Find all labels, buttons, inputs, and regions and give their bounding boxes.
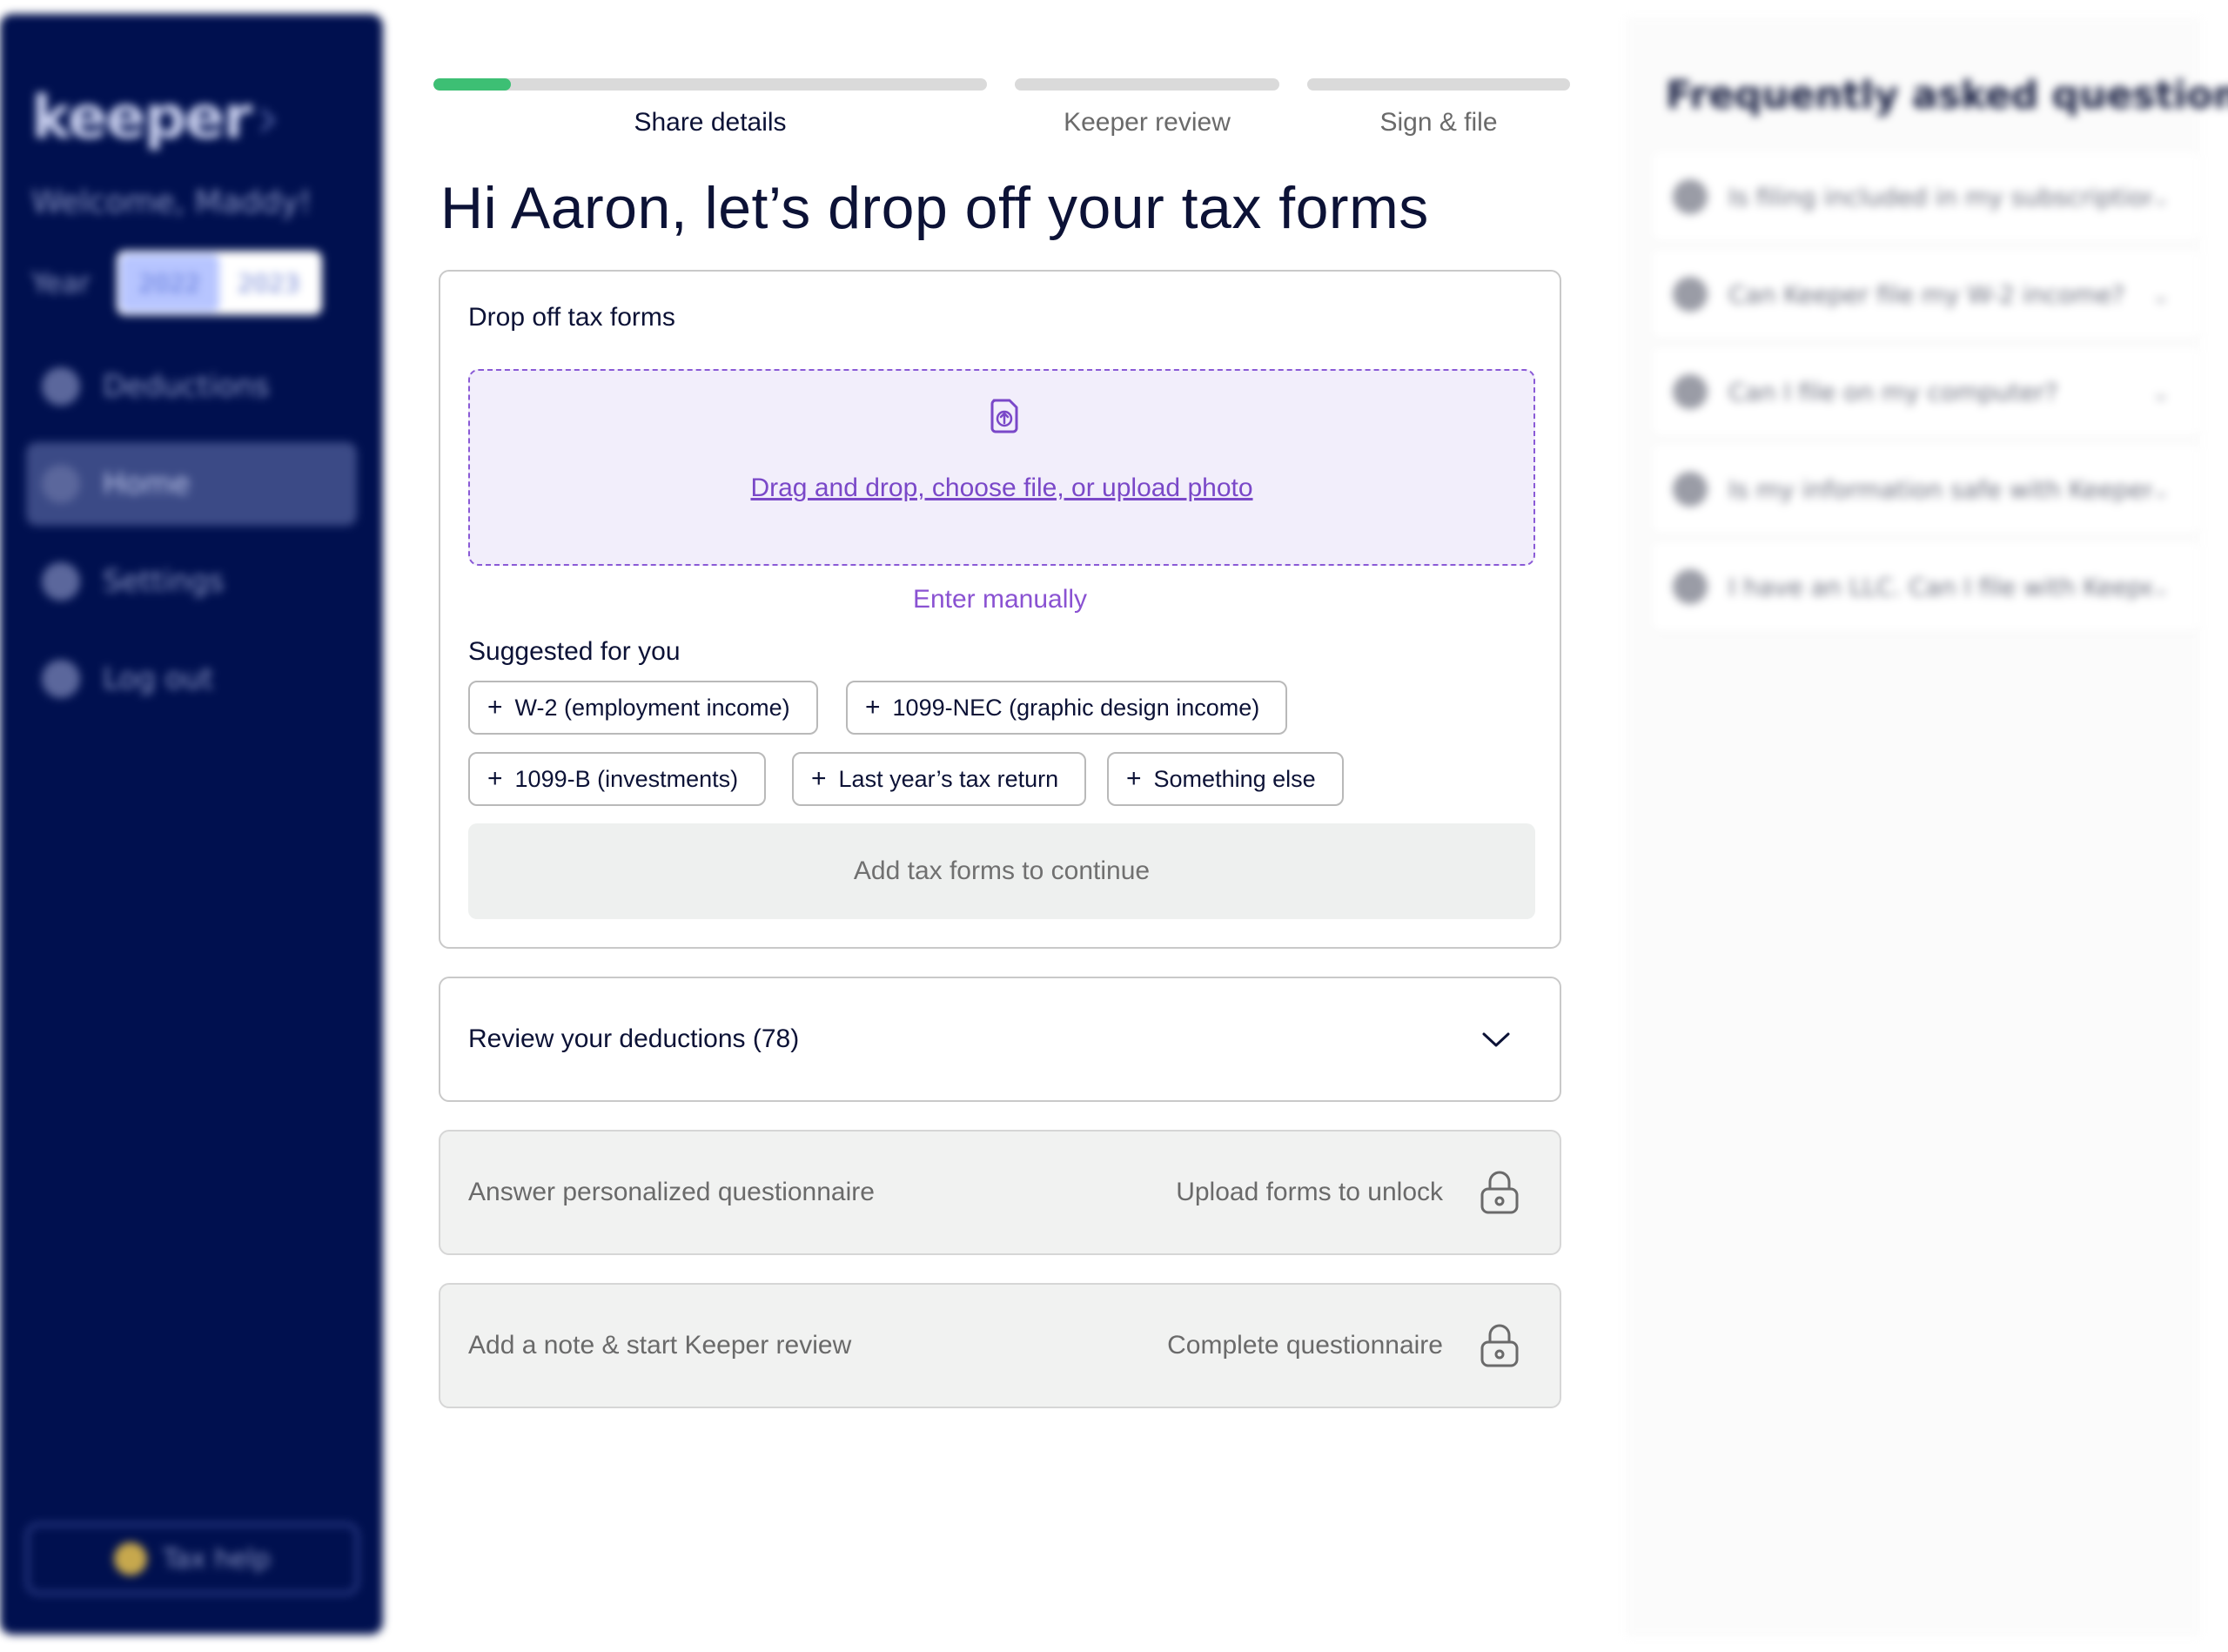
- faq-item[interactable]: Is my information safe with Keeper? ⌄: [1652, 444, 2200, 534]
- chip-label: 1099-NEC (graphic design income): [892, 694, 1260, 721]
- settings-icon: [42, 562, 80, 601]
- step-label-keeper-review: Keeper review: [1064, 108, 1231, 137]
- logout-icon: [42, 660, 80, 698]
- faq-question: Is my information safe with Keeper?: [1728, 474, 2151, 504]
- step-label-share-details: Share details: [634, 108, 787, 137]
- upload-file-icon: [990, 399, 1018, 433]
- progress-fill: [433, 78, 512, 91]
- shield-icon: [1673, 472, 1708, 507]
- sidebar-item-label: Deductions: [103, 369, 270, 404]
- sidebar-item-logout[interactable]: Log out: [26, 637, 357, 721]
- chip-label: Something else: [1153, 765, 1316, 792]
- sidebar: keeper› Welcome, Maddy! Year 2022 2023 D…: [0, 14, 383, 1635]
- drag-drop-upload-link[interactable]: Drag and drop, choose file, or upload ph…: [470, 473, 1533, 503]
- page-title: Hi Aaron, let’s drop off your tax forms: [440, 175, 1429, 241]
- file-dropzone[interactable]: Drag and drop, choose file, or upload ph…: [468, 369, 1535, 566]
- sidebar-item-label: Settings: [103, 564, 225, 599]
- progress-bar-sign-file: [1307, 78, 1570, 91]
- chevron-down-icon: ⌄: [2151, 380, 2171, 406]
- keeper-review-section: Add a note & start Keeper review Complet…: [439, 1283, 1561, 1408]
- sidebar-item-deductions[interactable]: Deductions: [26, 345, 357, 428]
- chevron-down-icon[interactable]: [1481, 1027, 1511, 1051]
- chip-1099-b[interactable]: +1099-B (investments): [468, 752, 767, 806]
- tax-help-button[interactable]: Tax help: [26, 1523, 359, 1595]
- lock-icon: [1480, 1171, 1519, 1214]
- questionnaire-title: Answer personalized questionnaire: [468, 1178, 875, 1206]
- person-icon: [1673, 179, 1708, 214]
- year-selector: Year 2022 2023: [31, 251, 322, 315]
- dropoff-title: Drop off tax forms: [468, 303, 675, 332]
- plus-icon: +: [811, 764, 827, 793]
- lightbulb-icon: [114, 1542, 148, 1575]
- sidebar-item-home[interactable]: Home: [26, 442, 357, 526]
- chip-label: 1099-B (investments): [514, 765, 739, 792]
- plus-icon: +: [1126, 764, 1142, 793]
- faq-question: Can Keeper file my W-2 income?: [1728, 279, 2125, 309]
- sidebar-item-label: Home: [103, 467, 191, 501]
- progress-bar-keeper-review: [1015, 78, 1279, 91]
- faq-panel: Frequently asked questions Is filing inc…: [1626, 17, 2228, 1636]
- faq-question: Can I file on my computer?: [1728, 377, 2058, 406]
- year-option-2022[interactable]: 2022: [119, 254, 219, 312]
- building-icon: [1673, 569, 1708, 604]
- chip-last-year-return[interactable]: + Last year’s tax return: [792, 752, 1087, 806]
- chip-w2[interactable]: + W-2 (employment income): [468, 681, 818, 735]
- logo-chevron-icon: ›: [255, 84, 279, 152]
- faq-item[interactable]: Can Keeper file my W-2 income? ⌄: [1652, 249, 2200, 339]
- plus-icon: +: [487, 693, 503, 722]
- chevron-down-icon: ⌄: [2151, 575, 2171, 601]
- faq-item[interactable]: Is filing included in my subscription? ⌄: [1652, 151, 2200, 242]
- document-icon: [1673, 277, 1708, 312]
- dropoff-card: Drop off tax forms Drag and drop, choose…: [439, 270, 1561, 949]
- deductions-icon: [42, 367, 80, 406]
- keeper-review-lock-text: Complete questionnaire: [1167, 1331, 1443, 1360]
- welcome-text: Welcome, Maddy!: [31, 185, 312, 220]
- chevron-down-icon: ⌄: [2151, 478, 2171, 504]
- chip-1099-nec[interactable]: +1099-NEC (graphic design income): [846, 681, 1288, 735]
- questionnaire-section: Answer personalized questionnaire Upload…: [439, 1130, 1561, 1255]
- year-label: Year: [31, 266, 91, 299]
- chip-label: Last year’s tax return: [838, 765, 1059, 792]
- step-label-sign-file: Sign & file: [1379, 108, 1498, 137]
- deductions-title: Review your deductions (78): [468, 1024, 800, 1053]
- sidebar-item-label: Log out: [103, 661, 214, 696]
- plus-icon: +: [487, 764, 503, 793]
- faq-title: Frequently asked questions: [1666, 73, 2228, 118]
- chevron-down-icon: ⌄: [2151, 283, 2171, 309]
- enter-manually-link[interactable]: Enter manually: [440, 585, 1560, 614]
- computer-icon: [1673, 374, 1708, 409]
- chip-something-else[interactable]: + Something else: [1107, 752, 1344, 806]
- continue-button[interactable]: Add tax forms to continue: [468, 823, 1535, 919]
- chevron-down-icon: ⌄: [2151, 185, 2171, 212]
- year-option-2023[interactable]: 2023: [219, 254, 319, 312]
- sidebar-item-settings[interactable]: Settings: [26, 540, 357, 623]
- year-toggle[interactable]: 2022 2023: [116, 251, 322, 315]
- progress-bar-share-details: [433, 78, 987, 91]
- chip-label: W-2 (employment income): [514, 694, 790, 721]
- questionnaire-lock-text: Upload forms to unlock: [1176, 1178, 1443, 1206]
- keeper-review-title: Add a note & start Keeper review: [468, 1331, 852, 1360]
- sidebar-nav: Deductions Home Settings Log out: [26, 345, 357, 735]
- tax-help-label: Tax help: [163, 1543, 271, 1575]
- deductions-section[interactable]: Review your deductions (78): [439, 977, 1561, 1102]
- faq-question: Is filing included in my subscription?: [1728, 182, 2151, 212]
- plus-icon: +: [865, 693, 881, 722]
- faq-item[interactable]: I have an LLC. Can I file with Keeper? ⌄: [1652, 541, 2200, 632]
- faq-question: I have an LLC. Can I file with Keeper?: [1728, 572, 2151, 601]
- suggested-title: Suggested for you: [468, 637, 681, 666]
- lock-icon: [1480, 1324, 1519, 1367]
- keeper-logo[interactable]: keeper›: [31, 84, 279, 152]
- home-icon: [42, 465, 80, 503]
- faq-item[interactable]: Can I file on my computer? ⌄: [1652, 346, 2200, 437]
